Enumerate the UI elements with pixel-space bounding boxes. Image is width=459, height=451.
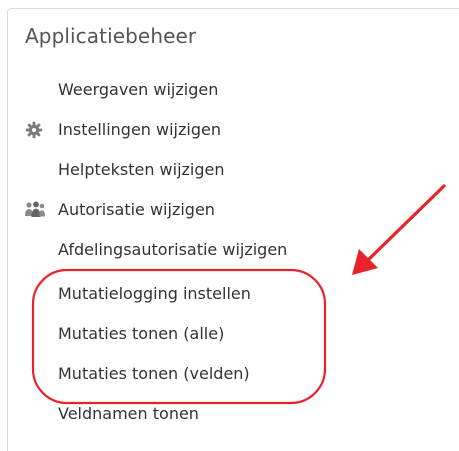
arrow (352, 184, 446, 275)
highlight-ellipse (31, 268, 327, 405)
annotation-overlay (31, 184, 446, 405)
screenshot: Applicatiebeheer Weergaven wijzigen Inst… (0, 0, 459, 451)
